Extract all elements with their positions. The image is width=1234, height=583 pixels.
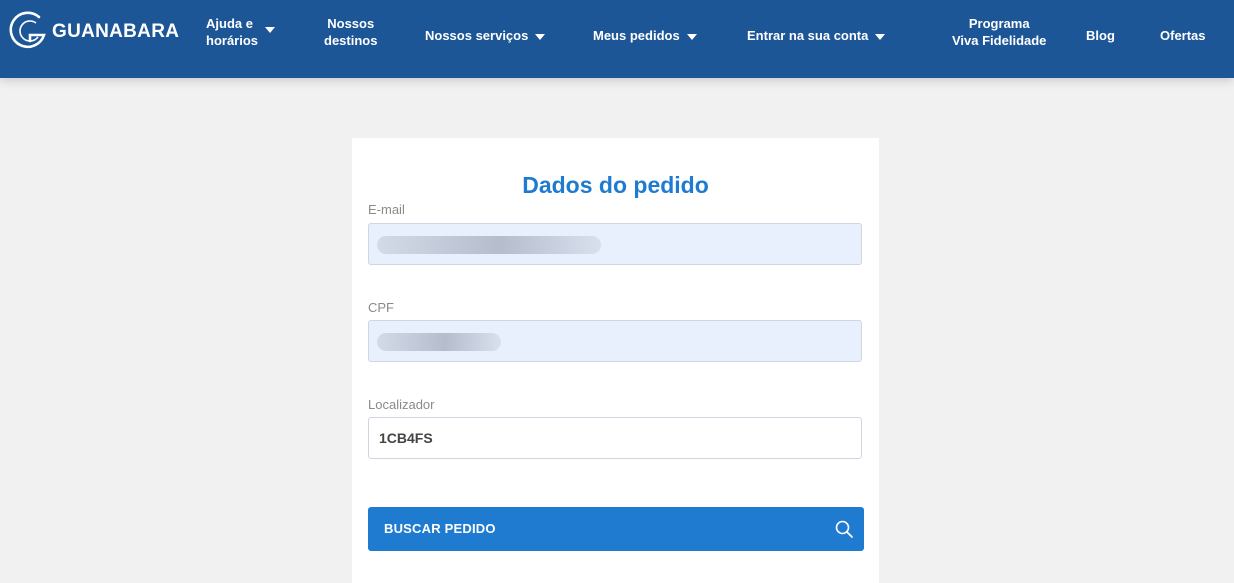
cpf-field[interactable] [368, 320, 862, 362]
buscar-pedido-label: BUSCAR PEDIDO [384, 521, 496, 536]
caret-down-icon [686, 33, 697, 40]
nav-blog[interactable]: Blog [1086, 27, 1115, 44]
nav-ajuda-e-horarios[interactable]: Ajuda e horários [206, 15, 276, 49]
caret-down-icon [265, 27, 276, 33]
nav-label-line1: Programa [968, 16, 1030, 31]
nav-ofertas[interactable]: Ofertas [1160, 27, 1206, 44]
nav-entrar-na-sua-conta[interactable]: Entrar na sua conta [747, 27, 886, 44]
nav-label-line1: Nossos [327, 16, 375, 31]
nav-programa-viva-fidelidade[interactable]: Programa Viva Fidelidade [952, 15, 1046, 49]
guanabara-logo-icon [9, 11, 46, 49]
top-navigation-bar: GUANABARA Ajuda e horários Nossos destin… [0, 0, 1234, 78]
redacted-cpf-value [377, 333, 501, 351]
brand-name: GUANABARA [52, 21, 180, 42]
nav-label: Ofertas [1160, 28, 1206, 43]
page-title: Dados do pedido [522, 172, 709, 198]
brand-logo[interactable]: GUANABARA [6, 11, 179, 53]
order-lookup-card: Dados do pedido E-mail CPF Localizador 1… [352, 138, 879, 583]
localizador-label: Localizador [368, 397, 435, 412]
nav-label-line1: Ajuda e [206, 16, 253, 31]
caret-down-icon [875, 33, 886, 40]
nav-nossos-destinos[interactable]: Nossos destinos [324, 15, 377, 49]
redacted-email-value [377, 236, 601, 254]
nav-label: Meus pedidos [593, 28, 680, 43]
nav-label: Entrar na sua conta [747, 28, 869, 43]
caret-down-icon [535, 33, 546, 40]
email-label: E-mail [368, 202, 405, 217]
buscar-pedido-button[interactable]: BUSCAR PEDIDO [368, 507, 864, 551]
nav-meus-pedidos[interactable]: Meus pedidos [593, 27, 697, 44]
nav-label-line2: destinos [324, 33, 378, 48]
nav-label: Blog [1086, 28, 1115, 43]
nav-label-line2: horários [206, 33, 259, 48]
localizador-value: 1CB4FS [379, 430, 433, 446]
search-icon [835, 520, 853, 538]
cpf-label: CPF [368, 300, 394, 315]
nav-label: Nossos serviços [425, 28, 529, 43]
nav-label-line2: Viva Fidelidade [952, 33, 1047, 48]
localizador-field[interactable]: 1CB4FS [368, 417, 862, 459]
nav-nossos-servicos[interactable]: Nossos serviços [425, 27, 546, 44]
email-field[interactable] [368, 223, 862, 265]
